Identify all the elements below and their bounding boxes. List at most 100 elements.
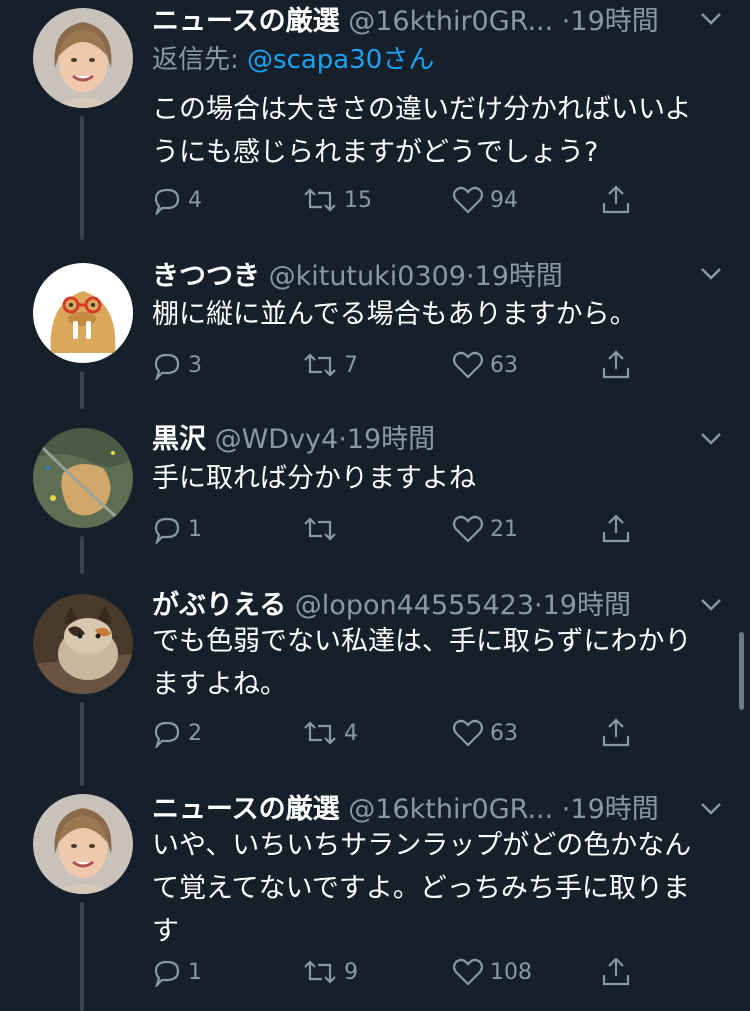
avatar[interactable] xyxy=(33,8,133,108)
share-icon xyxy=(602,350,630,379)
display-name[interactable]: きつつき xyxy=(152,261,260,292)
retweet-button[interactable]: 15 xyxy=(302,180,372,220)
like-button[interactable]: 21 xyxy=(452,509,518,549)
display-name[interactable]: ニュースの厳選 xyxy=(152,6,340,37)
user-handle[interactable]: @16kthir0GR... xyxy=(348,6,553,37)
reply-button[interactable]: 4 xyxy=(152,180,202,220)
walrus-avatar-icon xyxy=(33,263,133,363)
avatar[interactable] xyxy=(33,594,133,694)
separator-dot: · xyxy=(534,590,543,621)
tweet-text-line: でも色弱でない私達は、手に取らずにわかり xyxy=(152,626,692,657)
reply-count: 4 xyxy=(188,187,202,213)
tweet[interactable]: ニュースの厳選 @16kthir0GR... ·19時間 いや、いちいちサランラ… xyxy=(0,790,750,1011)
reply-icon xyxy=(154,188,180,215)
share-button[interactable] xyxy=(600,713,632,753)
tweet[interactable]: 黒沢 @WDvy4·19時間 手に取れば分かりますよね 1 21 xyxy=(0,420,750,574)
retweet-count: 15 xyxy=(344,187,372,213)
chevron-down-icon[interactable] xyxy=(700,267,722,281)
woman-avatar-icon xyxy=(33,794,133,894)
tweet-text-line: 棚に縦に並んでる場合もありますから。 xyxy=(152,299,637,330)
timestamp[interactable]: 19時間 xyxy=(570,794,658,825)
user-handle[interactable]: @WDvy4 xyxy=(215,424,339,455)
reply-button[interactable]: 1 xyxy=(152,952,202,992)
retweet-button[interactable]: 7 xyxy=(302,345,358,385)
retweet-count: 7 xyxy=(344,352,358,378)
share-icon xyxy=(602,718,630,747)
action-bar: 3 7 63 xyxy=(152,345,652,385)
reply-count: 1 xyxy=(188,516,202,542)
tweet-text: いや、いちいちサランラップがどの色かなん て覚えてないですよ。どっちみち手に取り… xyxy=(152,824,727,953)
chevron-down-icon[interactable] xyxy=(700,598,722,612)
heart-icon xyxy=(452,958,484,986)
share-button[interactable] xyxy=(600,180,632,220)
retweet-button[interactable]: 4 xyxy=(302,713,358,753)
retweet-button[interactable] xyxy=(302,509,344,549)
chevron-down-icon[interactable] xyxy=(700,432,722,446)
share-button[interactable] xyxy=(600,345,632,385)
tweet[interactable]: がぶりえる @lopon44555423·19時間 でも色弱でない私達は、手に取… xyxy=(0,586,750,786)
share-button[interactable] xyxy=(600,952,632,992)
share-icon xyxy=(602,185,630,214)
thread-line xyxy=(80,371,84,409)
tweet-text-line: て覚えてないですよ。どっちみち手に取りま xyxy=(152,873,690,904)
reply-button[interactable]: 2 xyxy=(152,713,202,753)
share-button[interactable] xyxy=(600,509,632,549)
reply-to-user-link[interactable]: @scapa30さん xyxy=(247,45,434,75)
reply-button[interactable]: 3 xyxy=(152,345,202,385)
share-icon xyxy=(602,957,630,986)
reply-count: 1 xyxy=(188,959,202,985)
action-bar: 1 21 xyxy=(152,509,652,549)
like-button[interactable]: 108 xyxy=(452,952,532,992)
retweet-icon xyxy=(304,517,336,541)
heart-icon xyxy=(452,186,484,214)
thread-line xyxy=(80,902,84,1011)
timestamp[interactable]: 19時間 xyxy=(347,424,435,455)
avatar[interactable] xyxy=(33,794,133,894)
like-count: 21 xyxy=(490,516,518,542)
tweet-text: この場合は大きさの違いだけ分かればいいよ うにも感じられますがどうでしょう? xyxy=(152,88,727,174)
reply-count: 2 xyxy=(188,720,202,746)
reply-icon xyxy=(154,721,180,748)
display-name[interactable]: 黒沢 xyxy=(152,424,206,455)
cat-avatar-icon xyxy=(33,594,133,694)
like-button[interactable]: 63 xyxy=(452,345,518,385)
display-name[interactable]: がぶりえる xyxy=(152,590,286,621)
tweet[interactable]: ニュースの厳選 @16kthir0GR... ·19時間 返信先: @scapa… xyxy=(0,0,750,240)
avatar[interactable] xyxy=(33,263,133,363)
share-icon xyxy=(602,514,630,543)
retweet-button[interactable]: 9 xyxy=(302,952,358,992)
tweet-text-line: ますよね。 xyxy=(152,669,287,700)
timestamp[interactable]: 19時間 xyxy=(570,6,658,37)
reply-count: 3 xyxy=(188,352,202,378)
retweet-icon xyxy=(304,188,336,212)
separator-dot: · xyxy=(465,261,475,292)
retweet-count: 4 xyxy=(344,720,358,746)
action-bar: 2 4 63 xyxy=(152,713,652,753)
user-handle[interactable]: @lopon44555423 xyxy=(295,590,534,621)
tweet-text: 棚に縦に並んでる場合もありますから。 xyxy=(152,293,727,336)
retweet-icon xyxy=(304,960,336,984)
user-handle[interactable]: @kitutuki0309 xyxy=(269,261,466,292)
timestamp[interactable]: 19時間 xyxy=(475,261,563,292)
heart-icon xyxy=(452,351,484,379)
reply-button[interactable]: 1 xyxy=(152,509,202,549)
tweet-text: でも色弱でない私達は、手に取らずにわかり ますよね。 xyxy=(152,620,727,706)
tweet[interactable]: きつつき @kitutuki0309·19時間 棚に縦に並んでる場合もありますか… xyxy=(0,255,750,409)
like-count: 94 xyxy=(490,187,518,213)
tweet-text-line: うにも感じられますがどうでしょう? xyxy=(152,137,599,168)
tweet-text: 手に取れば分かりますよね xyxy=(152,457,727,500)
chevron-down-icon[interactable] xyxy=(700,802,722,816)
heart-icon xyxy=(452,515,484,543)
scrollbar[interactable] xyxy=(739,632,744,710)
separator-dot: · xyxy=(338,424,347,455)
avatar[interactable] xyxy=(33,428,133,528)
tweet-text-line: す xyxy=(152,916,179,947)
like-button[interactable]: 63 xyxy=(452,713,518,753)
like-count: 108 xyxy=(490,959,532,985)
user-handle[interactable]: @16kthir0GR... xyxy=(348,794,553,825)
retweet-icon xyxy=(304,353,336,377)
display-name[interactable]: ニュースの厳選 xyxy=(152,794,340,825)
like-button[interactable]: 94 xyxy=(452,180,518,220)
timestamp[interactable]: 19時間 xyxy=(543,590,631,621)
chevron-down-icon[interactable] xyxy=(700,12,722,26)
